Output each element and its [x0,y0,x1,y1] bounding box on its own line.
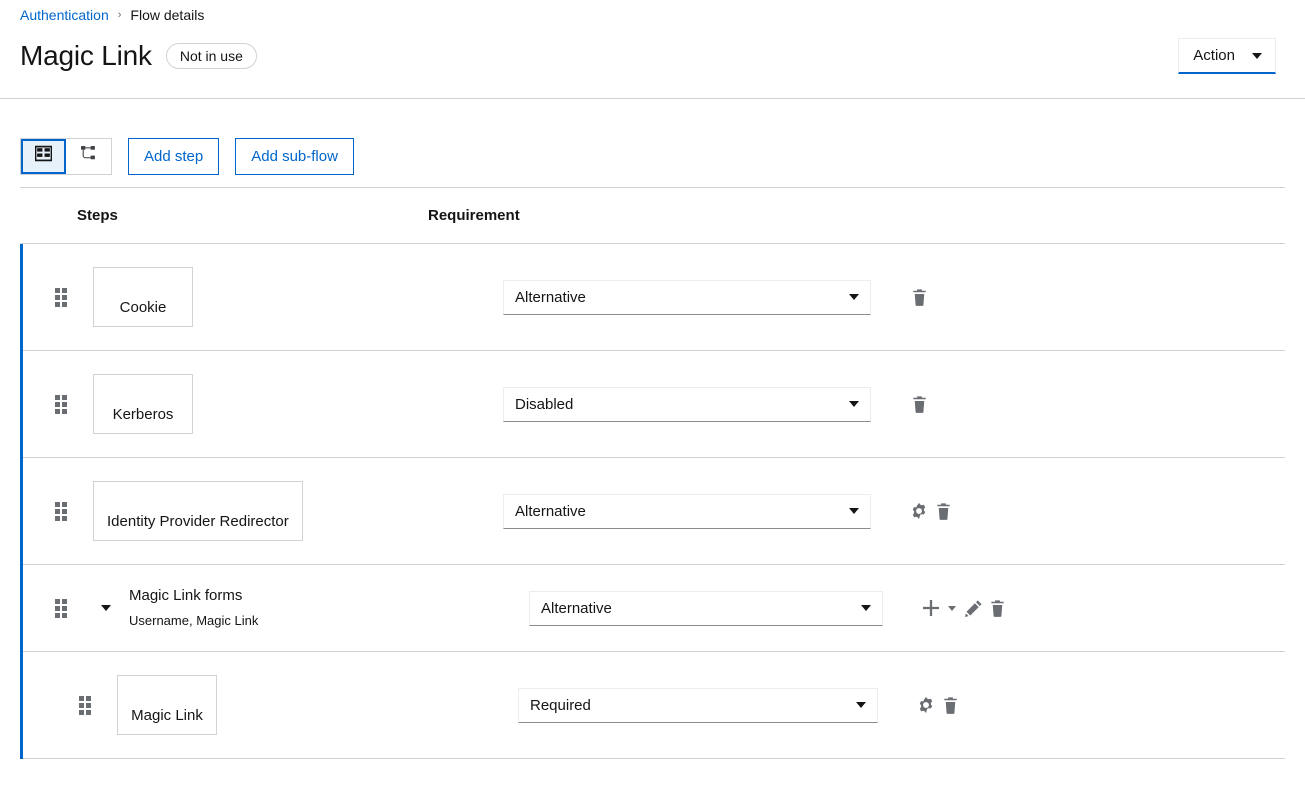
caret-down-icon [861,605,871,611]
title-row: Magic Link Not in use [20,40,1285,72]
row-actions [919,596,1009,620]
drag-handle-icon[interactable] [55,287,69,307]
table-body: Cookie Alternative Kerberos Disabled Identit… [20,244,1285,759]
trash-icon [910,288,929,307]
trash-icon [910,395,929,414]
column-header-requirement: Requirement [428,207,520,224]
steps-cell: Magic Link forms Username, Magic Link [23,586,431,631]
gear-icon [917,696,935,714]
page-title: Magic Link [20,40,152,71]
trash-icon [988,599,1007,618]
view-toggle-group [20,137,112,175]
add-subflow-button[interactable]: Add sub-flow [235,137,354,175]
requirement-cell: Disabled [503,386,931,422]
requirement-select[interactable]: Alternative [503,493,871,529]
caret-down-icon [948,605,956,611]
requirement-select-value: Alternative [541,599,612,617]
steps-cell: Cookie [23,267,431,327]
step-name-box[interactable]: Cookie [93,267,193,327]
row-actions [907,285,931,309]
row-actions [907,392,931,416]
caret-down-icon [849,401,859,407]
delete-button[interactable] [907,285,931,309]
caret-down-icon [849,508,859,514]
delete-button[interactable] [938,693,962,717]
action-dropdown-button[interactable]: Action [1178,38,1276,74]
steps-cell: Identity Provider Redirector [23,481,431,541]
add-button[interactable] [919,596,943,620]
step-name-box[interactable]: Magic Link [117,675,217,735]
drag-handle-icon[interactable] [55,394,69,414]
trash-icon [934,502,953,521]
gear-icon [910,502,928,520]
requirement-select-value: Disabled [515,395,574,413]
flow-toolbar: Add step Add sub-flow [0,99,1305,187]
breadcrumb-item-authentication[interactable]: Authentication [20,7,109,23]
drag-handle-icon[interactable] [55,501,69,521]
requirement-select[interactable]: Required [518,687,878,723]
subflow-subtitle: Username, Magic Link [129,612,259,628]
row-actions [914,693,962,717]
requirement-select[interactable]: Alternative [529,590,883,626]
status-badge: Not in use [165,43,257,69]
steps-cell: Magic Link [23,675,431,735]
subflow-row: Magic Link forms Username, Magic Link Alte… [23,565,1285,652]
row-actions [907,499,955,523]
diagram-view-toggle[interactable] [66,138,111,174]
requirement-cell: Alternative [503,279,931,315]
settings-button[interactable] [914,693,938,717]
step-row: Magic Link Required [23,652,1285,759]
caret-down-icon [1252,52,1262,59]
requirement-cell: Alternative [503,493,955,529]
caret-down-icon [856,702,866,708]
step-row: Kerberos Disabled [23,351,1285,458]
requirement-select-value: Alternative [515,502,586,520]
delete-button[interactable] [931,499,955,523]
requirement-select-value: Required [530,696,591,714]
flow-table: Steps Requirement Cookie Alternative Kerbe… [0,187,1305,759]
breadcrumb-separator-icon: › [117,9,122,21]
subflow-title: Magic Link forms [129,586,243,604]
column-header-steps: Steps [77,207,118,224]
requirement-select[interactable]: Disabled [503,386,871,422]
add-step-button[interactable]: Add step [128,137,220,175]
edit-button[interactable] [961,596,985,620]
delete-button[interactable] [985,596,1009,620]
breadcrumb: Authentication › Flow details [20,0,1285,25]
step-row: Cookie Alternative [23,244,1285,351]
steps-cell: Kerberos [23,374,431,434]
requirement-select-value: Alternative [515,288,586,306]
page-header: Authentication › Flow details Magic Link… [0,0,1305,99]
delete-button[interactable] [907,392,931,416]
plus-icon [921,598,941,618]
table-header-row: Steps Requirement [20,187,1285,244]
requirement-cell: Alternative [529,590,1009,626]
step-name-box[interactable]: Kerberos [93,374,193,434]
subflow-text: Magic Link forms Username, Magic Link [129,586,258,631]
trash-icon [941,696,960,715]
drag-handle-icon[interactable] [55,598,69,618]
table-icon [34,145,52,167]
requirement-select[interactable]: Alternative [503,279,871,315]
topology-icon [80,145,97,167]
settings-button[interactable] [907,499,931,523]
add-dropdown-toggle[interactable] [943,596,961,620]
action-dropdown-label: Action [1193,47,1235,64]
chevron-down-icon [101,605,111,611]
requirement-cell: Required [518,687,962,723]
caret-down-icon [849,294,859,300]
expand-collapse-toggle[interactable] [97,599,115,617]
step-row: Identity Provider Redirector Alternative [23,458,1285,565]
step-name-box[interactable]: Identity Provider Redirector [93,481,303,541]
table-view-toggle[interactable] [21,138,66,174]
pencil-icon [964,599,983,618]
drag-handle-icon[interactable] [79,695,93,715]
breadcrumb-item-flow-details: Flow details [130,6,205,23]
